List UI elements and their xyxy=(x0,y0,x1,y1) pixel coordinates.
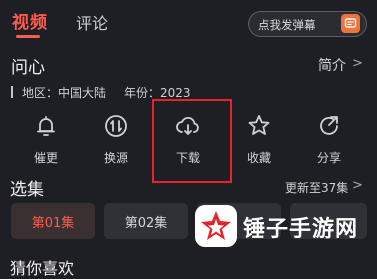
switch-source-icon xyxy=(105,115,127,137)
tab-underline xyxy=(16,35,40,38)
episodes-title: 选集 xyxy=(10,180,44,200)
danmaku-icon[interactable] xyxy=(341,14,360,33)
action-favorite-button[interactable]: 收藏 xyxy=(229,113,289,166)
action-label: 催更 xyxy=(33,151,58,165)
tab-comments[interactable]: 评论 xyxy=(76,10,108,34)
tab-video[interactable]: 视频 xyxy=(12,8,48,33)
action-share-button[interactable]: 分享 xyxy=(299,113,359,166)
hammer-logo-icon xyxy=(201,211,231,240)
share-icon xyxy=(320,116,338,135)
action-label: 收藏 xyxy=(246,151,271,165)
action-switch-source-button[interactable]: 换源 xyxy=(86,113,146,166)
action-label: 分享 xyxy=(316,151,341,165)
chevron-right-icon[interactable]: > xyxy=(352,178,363,193)
bell-icon xyxy=(37,116,55,136)
page-title: 问心 xyxy=(11,58,45,78)
update-status-link[interactable]: 更新至37集 xyxy=(285,179,348,196)
danmaku-glyph-icon xyxy=(344,18,357,28)
region-text: 地区：中国大陆 xyxy=(22,86,107,100)
chevron-right-icon[interactable]: > xyxy=(352,56,363,71)
star-icon xyxy=(248,115,270,135)
download-highlight-frame xyxy=(152,99,232,183)
send-danmaku-label: 点我发弹幕 xyxy=(258,18,316,32)
recommend-title: 猜你喜欢 xyxy=(10,259,75,278)
action-label: 换源 xyxy=(103,151,128,165)
action-remind-button[interactable]: 催更 xyxy=(16,113,76,166)
watermark-text: 锤子手游网 xyxy=(243,217,359,242)
meta-divider xyxy=(11,86,13,98)
episode-item[interactable]: 第02集 xyxy=(104,203,188,239)
episode-item-active[interactable]: 第01集 xyxy=(11,203,95,239)
watermark-logo xyxy=(195,205,237,247)
intro-link[interactable]: 简介 xyxy=(318,55,346,75)
